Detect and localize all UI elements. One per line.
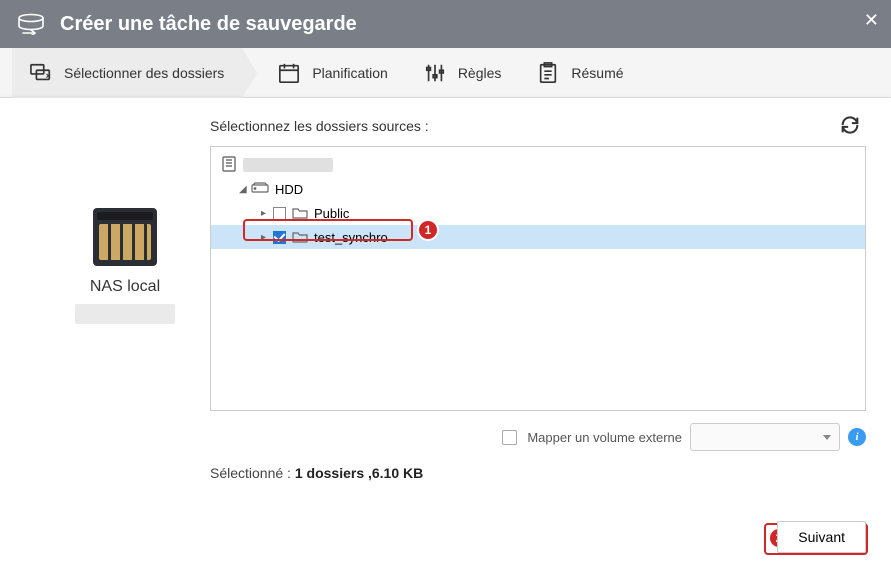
refresh-icon[interactable] xyxy=(839,114,861,136)
close-icon[interactable]: ✕ xyxy=(864,10,879,31)
host-icon xyxy=(221,156,237,175)
tree-root[interactable] xyxy=(211,147,865,177)
disk-swap-icon xyxy=(16,13,46,35)
nas-device-icon xyxy=(93,208,157,266)
source-device-panel: NAS local xyxy=(40,118,210,553)
nas-label: NAS local xyxy=(90,278,160,296)
window-title: Créer une tâche de sauvegarde xyxy=(60,13,357,36)
folder-icon xyxy=(292,207,308,219)
checkbox-test-synchro[interactable] xyxy=(273,231,286,244)
folder-picker-panel: Sélectionnez les dossiers sources : ◢ HD… xyxy=(210,118,866,553)
content-area: NAS local Sélectionnez les dossiers sour… xyxy=(0,98,891,563)
collapse-icon[interactable]: ◢ xyxy=(239,184,249,195)
step-summary[interactable]: Résumé xyxy=(519,48,641,98)
wizard-steps: Sélectionner des dossiers Planification … xyxy=(0,48,891,98)
window-header: Créer une tâche de sauvegarde ✕ xyxy=(0,0,891,48)
tree-public-label: Public xyxy=(314,206,349,221)
hdd-icon xyxy=(251,182,269,197)
step-label: Sélectionner des dossiers xyxy=(64,65,224,81)
next-button[interactable]: Suivant xyxy=(777,521,866,553)
folder-icon xyxy=(292,231,308,243)
tree-test-synchro-label: test_synchro xyxy=(314,230,388,245)
tree-root-label-redacted xyxy=(243,158,333,172)
selection-status: Sélectionné : 1 dossiers ,6.10 KB xyxy=(210,465,866,481)
step-select-folders[interactable]: Sélectionner des dossiers xyxy=(12,48,242,98)
step-label: Règles xyxy=(458,65,502,81)
folder-tree[interactable]: ◢ HDD ▸ Public ▸ test_synch xyxy=(210,146,866,411)
step-schedule[interactable]: Planification xyxy=(260,48,406,98)
step-label: Planification xyxy=(312,65,388,81)
calendar-icon xyxy=(278,62,300,84)
step-rules[interactable]: Règles xyxy=(406,48,520,98)
nas-sublabel-redacted xyxy=(75,304,175,324)
panel-title: Sélectionnez les dossiers sources : xyxy=(210,118,866,134)
clipboard-icon xyxy=(537,62,559,84)
info-icon[interactable]: i xyxy=(848,428,866,446)
map-external-select[interactable] xyxy=(690,423,840,451)
map-external-label: Mapper un volume externe xyxy=(527,430,682,445)
step-label: Résumé xyxy=(571,65,623,81)
expand-icon[interactable]: ▸ xyxy=(261,232,271,243)
tree-test-synchro[interactable]: ▸ test_synchro xyxy=(211,225,865,249)
tree-public[interactable]: ▸ Public xyxy=(211,201,865,225)
sliders-icon xyxy=(424,62,446,84)
tree-hdd-label: HDD xyxy=(275,182,303,197)
map-external-row: Mapper un volume externe i xyxy=(210,423,866,451)
checkbox-public[interactable] xyxy=(273,207,286,220)
checkbox-map-external[interactable] xyxy=(502,430,517,445)
tree-hdd[interactable]: ◢ HDD xyxy=(211,177,865,201)
expand-icon[interactable]: ▸ xyxy=(261,208,271,219)
folders-icon xyxy=(30,62,52,84)
status-prefix: Sélectionné : xyxy=(210,465,295,481)
footer: 2 Suivant xyxy=(777,521,866,553)
status-value: 1 dossiers ,6.10 KB xyxy=(295,465,423,481)
